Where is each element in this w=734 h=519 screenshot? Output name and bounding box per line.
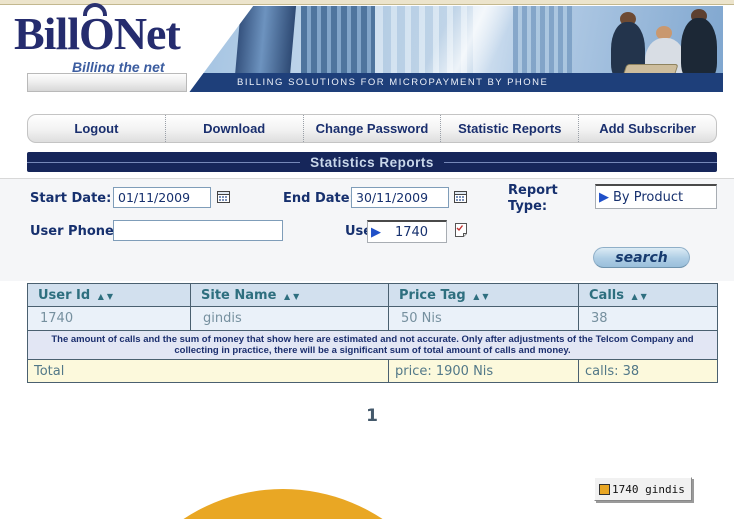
section-title-bar: Statistics Reports bbox=[27, 152, 718, 172]
arrow-icon: ▶ bbox=[371, 224, 381, 240]
banner-photo: BILLING SOLUTIONS FOR MICROPAYMENT BY PH… bbox=[189, 6, 723, 92]
start-date-label: Start Date: bbox=[30, 191, 112, 206]
note-icon[interactable] bbox=[453, 222, 469, 238]
calendar-icon[interactable] bbox=[216, 189, 232, 205]
cell-calls: 38 bbox=[578, 306, 718, 331]
start-date-input[interactable] bbox=[113, 187, 211, 208]
user-id-value: 1740 bbox=[394, 224, 429, 240]
sort-desc-icon[interactable]: ▼ bbox=[107, 292, 113, 301]
legend-swatch bbox=[599, 483, 610, 495]
user-phone-label: User Phone: bbox=[30, 224, 120, 239]
col-header-price-tag[interactable]: Price Tag ▲ ▼ bbox=[388, 283, 579, 307]
report-type-label: Report Type: bbox=[508, 183, 558, 214]
logo-net: Net bbox=[113, 8, 181, 59]
nav-item-statistic-reports[interactable]: Statistic Reports bbox=[440, 115, 578, 142]
col-header-user-id[interactable]: User Id ▲ ▼ bbox=[27, 283, 191, 307]
billonet-page: BILLING SOLUTIONS FOR MICROPAYMENT BY PH… bbox=[0, 0, 734, 519]
main-nav: Logout Download Change Password Statisti… bbox=[27, 114, 717, 143]
banner-slogan: BILLING SOLUTIONS FOR MICROPAYMENT BY PH… bbox=[237, 77, 549, 88]
nav-item-add-subscriber[interactable]: Add Subscriber bbox=[578, 115, 716, 142]
sort-desc-icon[interactable]: ▼ bbox=[641, 292, 647, 301]
logo-underbar bbox=[27, 73, 187, 92]
building-shape bbox=[234, 6, 297, 76]
total-price: price: 1900 Nis bbox=[388, 359, 579, 383]
user-id-select[interactable]: ▶ 1740 bbox=[367, 220, 447, 243]
title-rule-left bbox=[27, 161, 301, 163]
report-type-select[interactable]: ▶ By Product bbox=[595, 184, 717, 209]
page-title: Statistics Reports bbox=[310, 154, 434, 170]
search-button[interactable]: search bbox=[593, 247, 690, 268]
arrow-icon: ▶ bbox=[599, 189, 609, 205]
table-header-row: User Id ▲ ▼ Site Name ▲ ▼ Price Tag ▲ ▼ Cal… bbox=[27, 283, 718, 307]
col-header-calls[interactable]: Calls ▲ ▼ bbox=[578, 283, 718, 307]
top-strip bbox=[0, 0, 734, 5]
end-date-input[interactable] bbox=[351, 187, 449, 208]
title-rule-right bbox=[443, 161, 718, 163]
legend-label: 1740 gindis bbox=[612, 482, 685, 496]
nav-item-logout[interactable]: Logout bbox=[28, 115, 165, 142]
report-type-value: By Product bbox=[613, 189, 684, 205]
pagination-page-1[interactable]: 1 bbox=[27, 406, 717, 426]
sort-asc-icon[interactable]: ▲ bbox=[284, 292, 290, 301]
logo: Bill ONet bbox=[14, 3, 181, 60]
col-header-site-name[interactable]: Site Name ▲ ▼ bbox=[190, 283, 389, 307]
user-phone-input[interactable] bbox=[113, 220, 283, 241]
total-calls: calls: 38 bbox=[578, 359, 718, 383]
banner-strip: BILLING SOLUTIONS FOR MICROPAYMENT BY PH… bbox=[189, 73, 723, 92]
nav-item-download[interactable]: Download bbox=[164, 115, 303, 142]
statistics-table: User Id ▲ ▼ Site Name ▲ ▼ Price Tag ▲ ▼ Cal… bbox=[27, 283, 718, 383]
disclaimer-row: The amount of calls and the sum of money… bbox=[27, 330, 718, 360]
sort-asc-icon[interactable]: ▲ bbox=[632, 292, 638, 301]
header: BILLING SOLUTIONS FOR MICROPAYMENT BY PH… bbox=[0, 3, 734, 92]
disclaimer-text: The amount of calls and the sum of money… bbox=[27, 330, 718, 360]
cell-site-name: gindis bbox=[190, 306, 389, 331]
nav-item-change-password[interactable]: Change Password bbox=[302, 115, 441, 142]
end-date-label: End Date: bbox=[283, 191, 355, 206]
sort-asc-icon[interactable]: ▲ bbox=[98, 292, 104, 301]
total-row: Total price: 1900 Nis calls: 38 bbox=[27, 359, 718, 383]
sort-asc-icon[interactable]: ▲ bbox=[473, 292, 479, 301]
total-label: Total bbox=[27, 359, 389, 383]
pie-slice bbox=[103, 489, 463, 519]
sort-desc-icon[interactable]: ▼ bbox=[482, 292, 488, 301]
sort-desc-icon[interactable]: ▼ bbox=[293, 292, 299, 301]
logo-bill: Bill bbox=[14, 8, 80, 59]
calendar-icon[interactable] bbox=[453, 189, 469, 205]
chart-legend: 1740 gindis bbox=[594, 477, 692, 501]
logo-o-wrap: O bbox=[79, 3, 115, 60]
cell-user-id: 1740 bbox=[27, 306, 191, 331]
table-row: 1740 gindis 50 Nis 38 bbox=[27, 306, 718, 331]
cell-price-tag: 50 Nis bbox=[388, 306, 579, 331]
